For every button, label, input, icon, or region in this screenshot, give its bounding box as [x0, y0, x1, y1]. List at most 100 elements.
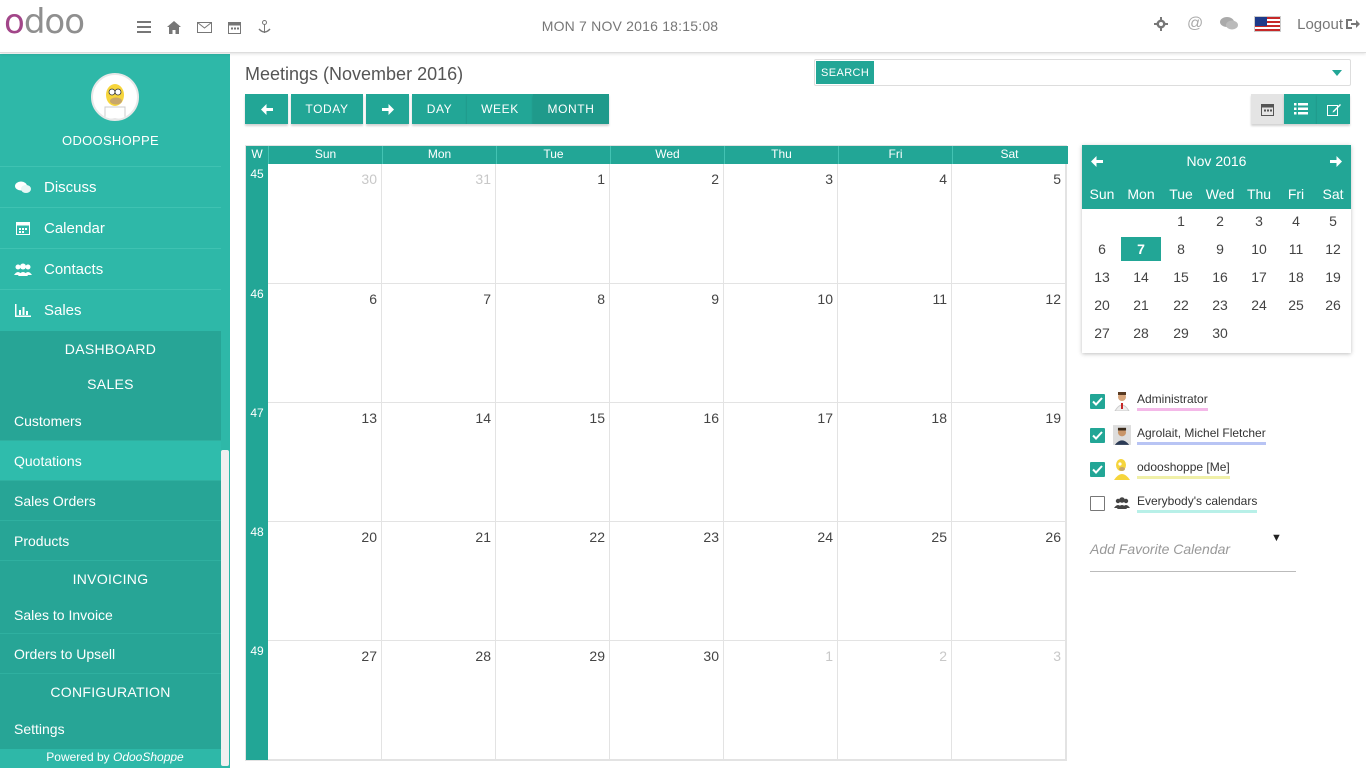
mini-day[interactable]: 13: [1082, 265, 1122, 289]
week-number[interactable]: 46: [246, 284, 268, 403]
logout-button[interactable]: Logout: [1297, 16, 1360, 33]
mini-day[interactable]: 23: [1200, 293, 1240, 317]
calendar-view-button[interactable]: [1251, 94, 1284, 124]
day-cell[interactable]: 4: [838, 164, 952, 284]
day-cell[interactable]: 20: [268, 522, 382, 641]
mini-day[interactable]: 4: [1276, 209, 1316, 233]
search-input[interactable]: SEARCH: [814, 59, 1351, 86]
week-view-button[interactable]: WEEK: [467, 94, 533, 124]
mini-day[interactable]: 30: [1200, 321, 1240, 345]
sidebar-item-discuss[interactable]: Discuss: [0, 167, 221, 208]
mini-day[interactable]: 1: [1161, 209, 1201, 233]
mini-next-month-button[interactable]: [1326, 152, 1346, 170]
caret-down-icon[interactable]: ▼: [1271, 532, 1282, 544]
mini-prev-month-button[interactable]: [1087, 152, 1107, 170]
mini-day[interactable]: 20: [1082, 293, 1122, 317]
mini-day[interactable]: 6: [1082, 237, 1122, 261]
at-icon[interactable]: @: [1186, 15, 1204, 33]
day-view-button[interactable]: DAY: [412, 94, 467, 124]
list-view-button[interactable]: [1284, 94, 1317, 124]
week-number[interactable]: 49: [246, 641, 268, 760]
mini-day[interactable]: 12: [1313, 237, 1353, 261]
day-cell[interactable]: 22: [496, 522, 610, 641]
prev-button[interactable]: [245, 94, 288, 124]
next-button[interactable]: [366, 94, 409, 124]
day-cell[interactable]: 2: [610, 164, 724, 284]
sidebar-item-sales[interactable]: Sales: [0, 290, 221, 331]
form-view-button[interactable]: [1317, 94, 1350, 124]
mini-day[interactable]: 11: [1276, 237, 1316, 261]
day-cell[interactable]: 5: [952, 164, 1066, 284]
mini-day[interactable]: 7: [1121, 237, 1161, 261]
mini-day[interactable]: 8: [1161, 237, 1201, 261]
filter-checkbox[interactable]: [1090, 427, 1105, 443]
day-cell[interactable]: 7: [382, 284, 496, 403]
sidebar-item-products[interactable]: Products: [0, 521, 221, 561]
mini-day[interactable]: 29: [1161, 321, 1201, 345]
mini-day[interactable]: 18: [1276, 265, 1316, 289]
day-cell[interactable]: 15: [496, 403, 610, 522]
day-cell[interactable]: 26: [952, 522, 1066, 641]
mini-day[interactable]: 22: [1161, 293, 1201, 317]
day-cell[interactable]: 1: [724, 641, 838, 760]
day-cell[interactable]: 27: [268, 641, 382, 760]
day-cell[interactable]: 25: [838, 522, 952, 641]
mini-day[interactable]: 10: [1239, 237, 1279, 261]
add-favorite-calendar-field[interactable]: Add Favorite Calendar ▼: [1090, 532, 1296, 572]
us-flag-icon[interactable]: [1254, 16, 1282, 32]
day-cell[interactable]: 11: [838, 284, 952, 403]
day-cell[interactable]: 2: [838, 641, 952, 760]
mini-day[interactable]: 5: [1313, 209, 1353, 233]
week-number[interactable]: 47: [246, 403, 268, 522]
day-cell[interactable]: 28: [382, 641, 496, 760]
filter-checkbox[interactable]: [1090, 495, 1105, 511]
day-cell[interactable]: 3: [952, 641, 1066, 760]
day-cell[interactable]: 6: [268, 284, 382, 403]
day-cell[interactable]: 10: [724, 284, 838, 403]
day-cell[interactable]: 17: [724, 403, 838, 522]
mini-day[interactable]: 19: [1313, 265, 1353, 289]
mini-day[interactable]: 17: [1239, 265, 1279, 289]
powered-brand[interactable]: OdooShoppe: [113, 750, 184, 764]
day-cell[interactable]: 3: [724, 164, 838, 284]
day-cell[interactable]: 12: [952, 284, 1066, 403]
sidebar-item-calendar[interactable]: Calendar: [0, 208, 221, 249]
mini-day[interactable]: 21: [1121, 293, 1161, 317]
week-number[interactable]: 48: [246, 522, 268, 641]
mini-day[interactable]: 15: [1161, 265, 1201, 289]
day-cell[interactable]: 19: [952, 403, 1066, 522]
mini-day[interactable]: 14: [1121, 265, 1161, 289]
sidebar-item-contacts[interactable]: Contacts: [0, 249, 221, 290]
section-dashboard[interactable]: DASHBOARD: [0, 331, 221, 366]
mini-day[interactable]: 16: [1200, 265, 1240, 289]
comments-icon[interactable]: [1220, 15, 1239, 33]
day-cell[interactable]: 21: [382, 522, 496, 641]
day-cell[interactable]: 30: [610, 641, 724, 760]
sidebar-item-orders-to-upsell[interactable]: Orders to Upsell: [0, 634, 221, 674]
day-cell[interactable]: 23: [610, 522, 724, 641]
gear-icon[interactable]: [1152, 15, 1170, 33]
day-cell[interactable]: 31: [382, 164, 496, 284]
sidebar-item-sales-orders[interactable]: Sales Orders: [0, 481, 221, 521]
add-favorite-calendar-input[interactable]: Add Favorite Calendar: [1090, 541, 1230, 557]
day-cell[interactable]: 29: [496, 641, 610, 760]
sidebar-scrollbar[interactable]: [221, 450, 229, 766]
mini-day[interactable]: 27: [1082, 321, 1122, 345]
mini-day[interactable]: 28: [1121, 321, 1161, 345]
day-cell[interactable]: 14: [382, 403, 496, 522]
mini-day[interactable]: 9: [1200, 237, 1240, 261]
mini-day[interactable]: 26: [1313, 293, 1353, 317]
filter-checkbox[interactable]: [1090, 393, 1105, 409]
mini-day[interactable]: 3: [1239, 209, 1279, 233]
day-cell[interactable]: 1: [496, 164, 610, 284]
week-number[interactable]: 45: [246, 164, 268, 284]
avatar[interactable]: [91, 73, 139, 121]
mini-day[interactable]: 2: [1200, 209, 1240, 233]
day-cell[interactable]: 13: [268, 403, 382, 522]
mini-day[interactable]: 25: [1276, 293, 1316, 317]
filter-checkbox[interactable]: [1090, 461, 1105, 477]
day-cell[interactable]: 18: [838, 403, 952, 522]
today-button[interactable]: TODAY: [291, 94, 363, 124]
day-cell[interactable]: 9: [610, 284, 724, 403]
sidebar-item-sales-to-invoice[interactable]: Sales to Invoice: [0, 596, 221, 634]
